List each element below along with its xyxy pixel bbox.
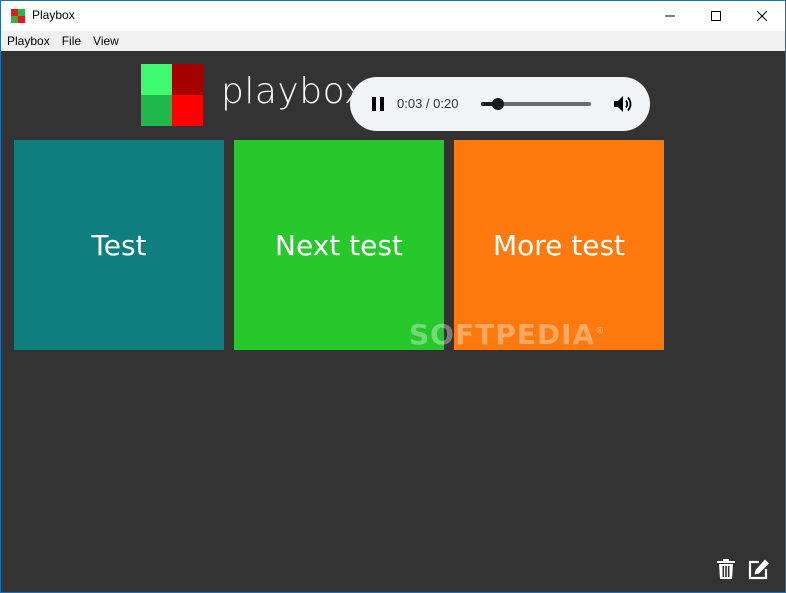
window-title: Playbox (32, 8, 75, 22)
main-content: playbox 0:03 / 0:20 Test Next test More … (1, 51, 785, 592)
volume-button[interactable] (612, 93, 634, 115)
menu-playbox[interactable]: Playbox (1, 31, 56, 51)
maximize-button[interactable] (693, 1, 739, 31)
tile-label: Next test (275, 228, 403, 262)
progress-slider[interactable] (481, 98, 591, 110)
close-icon (757, 11, 767, 21)
minimize-icon (665, 15, 675, 17)
audio-player: 0:03 / 0:20 (350, 77, 650, 131)
logo-square-bottom-left (141, 95, 172, 126)
maximize-icon (711, 11, 721, 21)
watermark-text: SOFTPEDIA (409, 318, 596, 351)
tile-label: Test (91, 228, 147, 262)
close-button[interactable] (739, 1, 785, 31)
logo-text: playbox (221, 71, 366, 112)
edit-icon (748, 559, 769, 580)
logo-square-top-left (141, 64, 172, 95)
pause-button[interactable] (368, 94, 388, 114)
watermark: SOFTPEDIA® (409, 318, 605, 351)
logo-square-bottom-right (172, 95, 203, 126)
app-window: Playbox Playbox File View playbox 0:03 /… (0, 0, 786, 593)
minimize-button[interactable] (647, 1, 693, 31)
time-display: 0:03 / 0:20 (397, 96, 459, 111)
edit-button[interactable] (746, 556, 772, 582)
tile-label: More test (492, 228, 626, 262)
logo-mark (141, 64, 203, 126)
progress-thumb[interactable] (491, 98, 504, 110)
tile-test[interactable]: Test (14, 140, 224, 350)
menu-view[interactable]: View (87, 31, 125, 51)
volume-icon (614, 96, 632, 112)
delete-button[interactable] (713, 556, 739, 582)
app-icon (11, 9, 25, 23)
trash-icon (717, 559, 735, 579)
menu-file[interactable]: File (56, 31, 87, 51)
title-bar[interactable]: Playbox (1, 1, 785, 31)
menu-bar: Playbox File View (1, 31, 785, 51)
logo-square-top-right (172, 64, 203, 95)
pause-icon (372, 97, 384, 111)
watermark-mark: ® (595, 326, 606, 337)
